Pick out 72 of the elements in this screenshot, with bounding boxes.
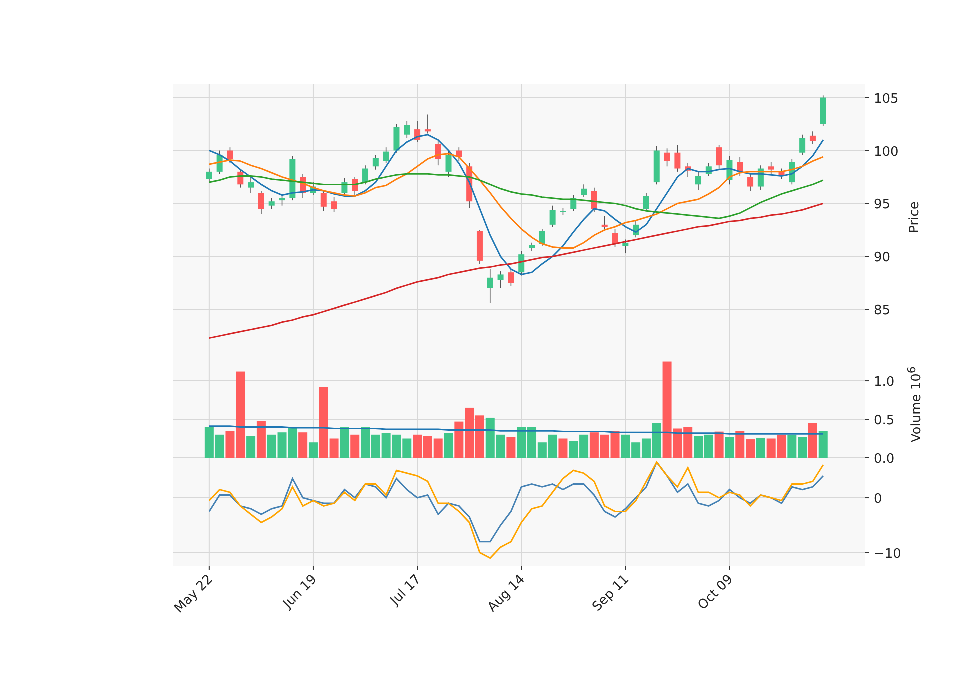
tick-label: 1.0 [874,375,895,390]
tick-label: 0.0 [874,452,895,467]
candle [466,163,473,208]
candle [674,145,681,172]
candle [300,174,306,199]
candle [529,242,535,252]
candle [238,169,244,188]
candle [622,239,629,254]
candle [258,190,264,215]
candle [456,147,462,162]
candle [685,163,692,178]
tick-label: 0.5 [874,414,895,428]
candle [716,145,722,170]
candle [768,162,774,174]
candle [383,147,390,164]
candle [602,216,608,231]
y-axis-label: Price [908,202,922,234]
tick-label: 0 [874,492,882,508]
candle [591,187,598,213]
tick-label: 85 [874,304,891,319]
candle [446,150,452,178]
candle [560,208,566,216]
candle [696,172,702,190]
candle [550,205,556,228]
candle [758,165,764,190]
tick-label: Jul 17 [388,572,424,609]
candle [643,192,650,212]
candle [206,168,212,183]
candle [331,196,338,213]
candle [800,134,806,156]
tick-label: 100 [874,144,899,160]
tick-label: Aug 14 [485,572,528,616]
candle [633,220,640,238]
candle [612,228,618,248]
candle [394,124,400,154]
tick-label: Sep 11 [590,572,632,615]
candle [539,228,546,246]
candle [518,251,525,276]
tick-label: 95 [874,198,891,213]
candle [279,194,286,206]
candle [268,198,275,210]
candle [748,174,754,192]
candle [310,182,316,196]
candle [372,154,379,170]
candle [498,271,504,289]
candle [810,131,816,145]
tick-label: Oct 09 [695,572,737,614]
candle [352,176,358,196]
candle [362,165,368,186]
candle [789,158,796,186]
candle [227,147,234,164]
candle [435,140,442,166]
candle [424,114,431,134]
candle [216,150,223,174]
candle [342,178,348,196]
candle [664,148,670,168]
candle [581,184,588,198]
candle [320,190,327,212]
candle [570,194,577,212]
candle [737,156,744,177]
candle [508,270,514,287]
candle [778,168,785,180]
tick-label: Jun 19 [280,572,320,612]
candle [414,120,421,143]
candle [487,269,494,304]
tick-label: −10 [874,546,902,562]
tick-label: 90 [874,250,891,266]
candle [248,176,254,194]
tick-label: 105 [874,92,899,107]
candle [706,163,712,177]
candle [726,156,733,186]
candle [404,120,410,138]
